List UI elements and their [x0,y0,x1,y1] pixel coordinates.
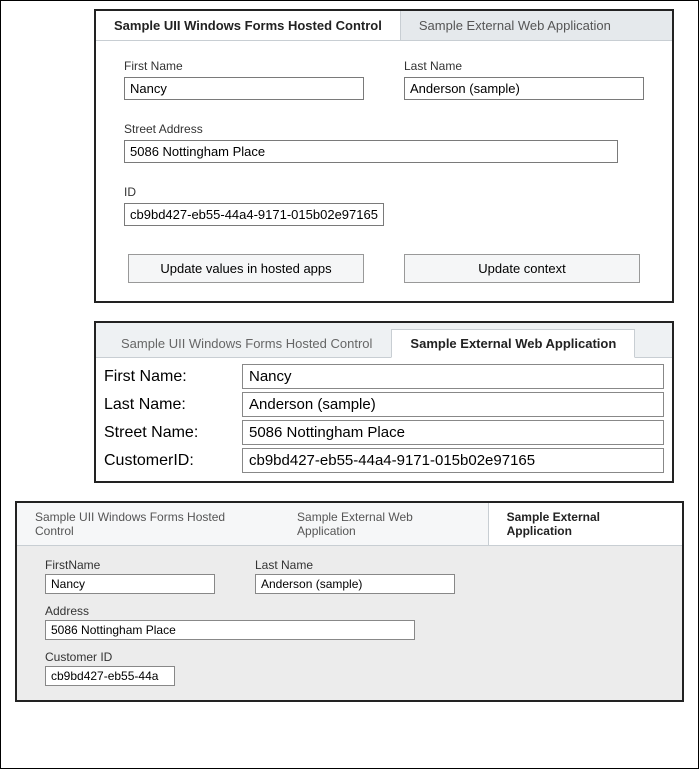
tab-external-web[interactable]: Sample External Web Application [391,329,635,358]
street-name-label: Street Name: [104,424,234,442]
external-web-panel: Sample UII Windows Forms Hosted Control … [94,321,674,483]
tab-bar: Sample UII Windows Forms Hosted Control … [96,323,672,358]
id-input[interactable] [124,203,384,226]
form-body: First Name Last Name Street Address ID U… [96,41,672,301]
last-name-input[interactable] [242,392,664,417]
customer-id-label: CustomerID: [104,452,234,470]
first-name-label: First Name: [104,368,234,386]
tab-bar: Sample UII Windows Forms Hosted Control … [17,503,682,546]
last-name-label: Last Name: [104,396,234,414]
last-name-label: Last Name [404,59,644,73]
update-hosted-apps-button[interactable]: Update values in hosted apps [128,254,364,283]
form-body: FirstName Last Name Address Customer ID [17,546,682,700]
last-name-input[interactable] [255,574,455,594]
tab-hosted-control[interactable]: Sample UII Windows Forms Hosted Control [96,11,401,40]
form-body: First Name: Last Name: Street Name: Cust… [96,357,672,481]
customer-id-input[interactable] [45,666,175,686]
last-name-input[interactable] [404,77,644,100]
update-context-button[interactable]: Update context [404,254,640,283]
first-name-label: First Name [124,59,364,73]
street-name-input[interactable] [242,420,664,445]
tab-external-web[interactable]: Sample External Web Application [401,11,629,40]
tab-hosted-control[interactable]: Sample UII Windows Forms Hosted Control [17,503,279,545]
customer-id-label: Customer ID [45,650,654,664]
tab-external-web[interactable]: Sample External Web Application [279,503,488,545]
id-label: ID [124,185,644,199]
hosted-control-panel: Sample UII Windows Forms Hosted Control … [94,9,674,303]
tab-bar: Sample UII Windows Forms Hosted Control … [96,11,672,41]
customer-id-input[interactable] [242,448,664,473]
street-address-input[interactable] [124,140,618,163]
address-label: Address [45,604,654,618]
first-name-input[interactable] [242,364,664,389]
first-name-input[interactable] [124,77,364,100]
external-app-panel: Sample UII Windows Forms Hosted Control … [15,501,684,702]
first-name-input[interactable] [45,574,215,594]
first-name-label: FirstName [45,558,215,572]
last-name-label: Last Name [255,558,455,572]
address-input[interactable] [45,620,415,640]
tab-external-app[interactable]: Sample External Application [488,503,682,545]
street-address-label: Street Address [124,122,644,136]
tab-hosted-control[interactable]: Sample UII Windows Forms Hosted Control [102,329,391,358]
